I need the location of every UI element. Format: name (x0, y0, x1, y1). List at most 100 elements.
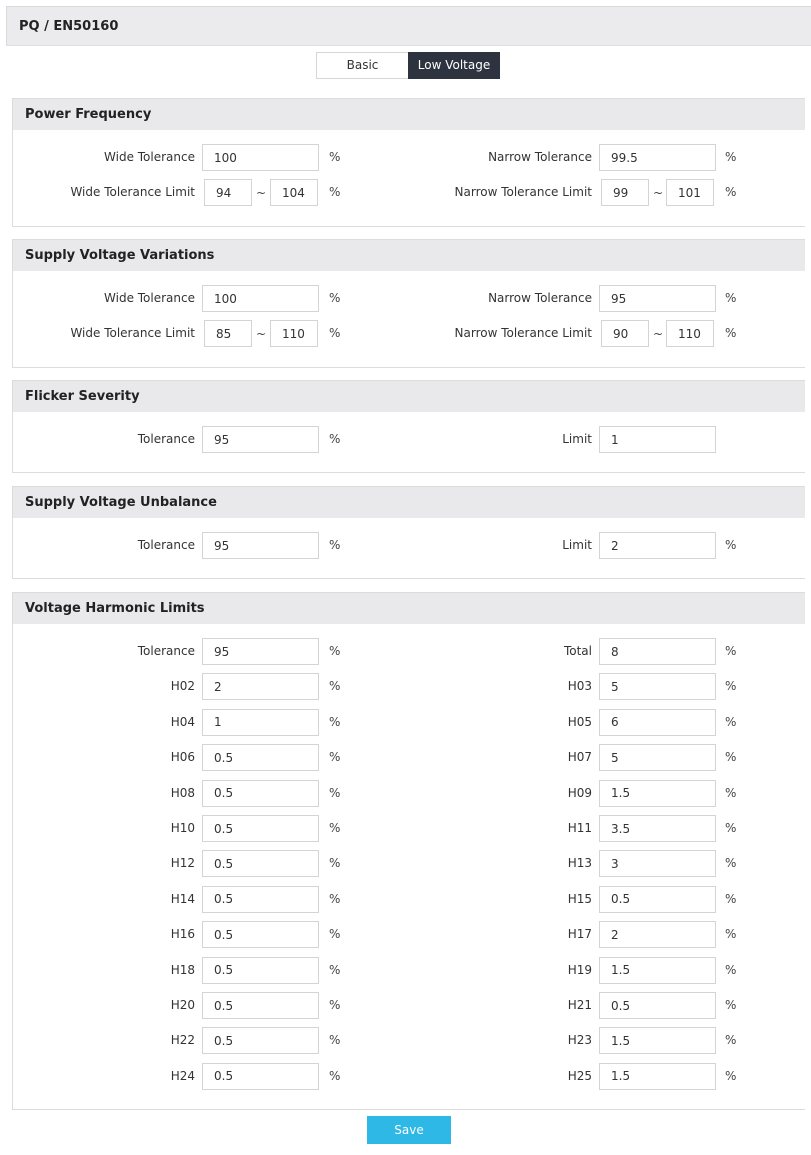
h24-label: H24 (170, 1068, 195, 1083)
h15-label: H15 (567, 891, 592, 906)
harmonic-row: H20% H21% (13, 992, 805, 1019)
range-separator: ~ (256, 186, 267, 200)
unit-label: % (329, 679, 341, 694)
h24-input[interactable] (202, 1062, 319, 1090)
narrow-tolerance-label: Narrow Tolerance (488, 150, 592, 164)
harmonic-row: H18% H19% (13, 956, 805, 984)
unit-label: % (725, 538, 737, 552)
h16-label: H16 (170, 927, 195, 942)
h23-label: H23 (567, 1033, 592, 1048)
h17-label: H17 (567, 927, 592, 942)
harmonic-row: H06% H07% (13, 744, 805, 772)
h07-input[interactable] (599, 744, 716, 772)
limit-input[interactable] (599, 426, 716, 453)
h02-input[interactable] (202, 673, 319, 701)
save-button[interactable]: Save (367, 1116, 451, 1144)
h18-label: H18 (170, 962, 195, 977)
h12-input[interactable] (202, 850, 319, 878)
unit-label: % (725, 679, 737, 694)
narrow-limit-min-input[interactable] (601, 320, 649, 347)
harmonic-row: H22% H23% (13, 1027, 805, 1055)
wide-tolerance-limit-label: Wide Tolerance Limit (70, 326, 195, 340)
h10-label: H10 (170, 821, 195, 835)
unit-label: % (329, 785, 341, 800)
h22-label: H22 (170, 1033, 195, 1048)
wide-limit-min-input[interactable] (204, 320, 252, 347)
wide-limit-min-input[interactable] (204, 179, 252, 206)
h11-input[interactable] (599, 815, 716, 842)
section-title: Voltage Harmonic Limits (13, 593, 805, 624)
unit-label: % (329, 962, 341, 977)
h13-input[interactable] (599, 850, 716, 878)
tolerance-input[interactable] (202, 638, 319, 665)
tolerance-input[interactable] (202, 532, 319, 559)
wide-tolerance-input[interactable] (202, 285, 319, 312)
h25-input[interactable] (599, 1062, 716, 1090)
h03-label: H03 (567, 679, 592, 694)
h16-input[interactable] (202, 921, 319, 949)
narrow-limit-max-input[interactable] (666, 320, 714, 347)
h19-input[interactable] (599, 956, 716, 984)
harmonic-row: H12% H13% (13, 850, 805, 878)
unit-label: % (725, 891, 737, 906)
section-title: Supply Voltage Unbalance (13, 487, 805, 518)
tolerance-input[interactable] (202, 426, 319, 453)
unit-label: % (329, 1033, 341, 1048)
narrow-tolerance-limit-label: Narrow Tolerance Limit (454, 185, 592, 199)
wide-limit-max-input[interactable] (270, 179, 318, 206)
h10-input[interactable] (202, 815, 319, 842)
limit-input[interactable] (599, 532, 716, 559)
h22-input[interactable] (202, 1027, 319, 1055)
narrow-limit-min-input[interactable] (601, 179, 649, 206)
wide-tolerance-label: Wide Tolerance (104, 291, 195, 305)
unit-label: % (725, 927, 737, 942)
h06-input[interactable] (202, 744, 319, 772)
narrow-limit-max-input[interactable] (666, 179, 714, 206)
wide-limit-max-input[interactable] (270, 320, 318, 347)
page-title: PQ / EN50160 (19, 19, 119, 34)
unit-label: % (725, 326, 737, 340)
power-frequency-section: Power Frequency Wide Tolerance % Narrow … (12, 98, 805, 227)
limit-label: Limit (562, 432, 592, 446)
harmonic-row: H10% H11% (13, 815, 805, 842)
h15-input[interactable] (599, 885, 716, 913)
h17-input[interactable] (599, 921, 716, 949)
h18-input[interactable] (202, 956, 319, 984)
h21-input[interactable] (599, 992, 716, 1019)
section-title: Supply Voltage Variations (13, 240, 805, 271)
h05-input[interactable] (599, 708, 716, 736)
supply-voltage-unbalance-section: Supply Voltage Unbalance Tolerance % Lim… (12, 486, 805, 579)
h21-label: H21 (567, 998, 592, 1012)
h08-label: H08 (170, 785, 195, 800)
h04-input[interactable] (202, 708, 319, 736)
h19-label: H19 (567, 962, 592, 977)
unit-label: % (329, 291, 341, 305)
unit-label: % (329, 927, 341, 942)
h20-input[interactable] (202, 992, 319, 1019)
h03-input[interactable] (599, 673, 716, 701)
supply-voltage-variations-section: Supply Voltage Variations Wide Tolerance… (12, 239, 805, 368)
unit-label: % (725, 150, 737, 164)
range-separator: ~ (653, 327, 664, 341)
unit-label: % (329, 714, 341, 729)
h13-label: H13 (567, 856, 592, 871)
voltage-harmonic-limits-section: Voltage Harmonic Limits Tolerance% Total%… (12, 592, 805, 1110)
total-input[interactable] (599, 638, 716, 665)
unit-label: % (329, 538, 341, 552)
tab-low-voltage[interactable]: Low Voltage (408, 52, 500, 79)
unit-label: % (725, 785, 737, 800)
unit-label: % (725, 714, 737, 729)
h08-input[interactable] (202, 779, 319, 807)
h09-input[interactable] (599, 779, 716, 807)
narrow-tolerance-input[interactable] (599, 144, 716, 171)
tab-basic[interactable]: Basic (316, 52, 408, 79)
unit-label: % (725, 856, 737, 871)
h23-input[interactable] (599, 1027, 716, 1055)
wide-tolerance-input[interactable] (202, 144, 319, 171)
h07-label: H07 (567, 750, 592, 765)
wide-tolerance-label: Wide Tolerance (104, 150, 195, 164)
h09-label: H09 (567, 785, 592, 800)
narrow-tolerance-input[interactable] (599, 285, 716, 312)
h14-input[interactable] (202, 885, 319, 913)
unit-label: % (329, 185, 341, 199)
